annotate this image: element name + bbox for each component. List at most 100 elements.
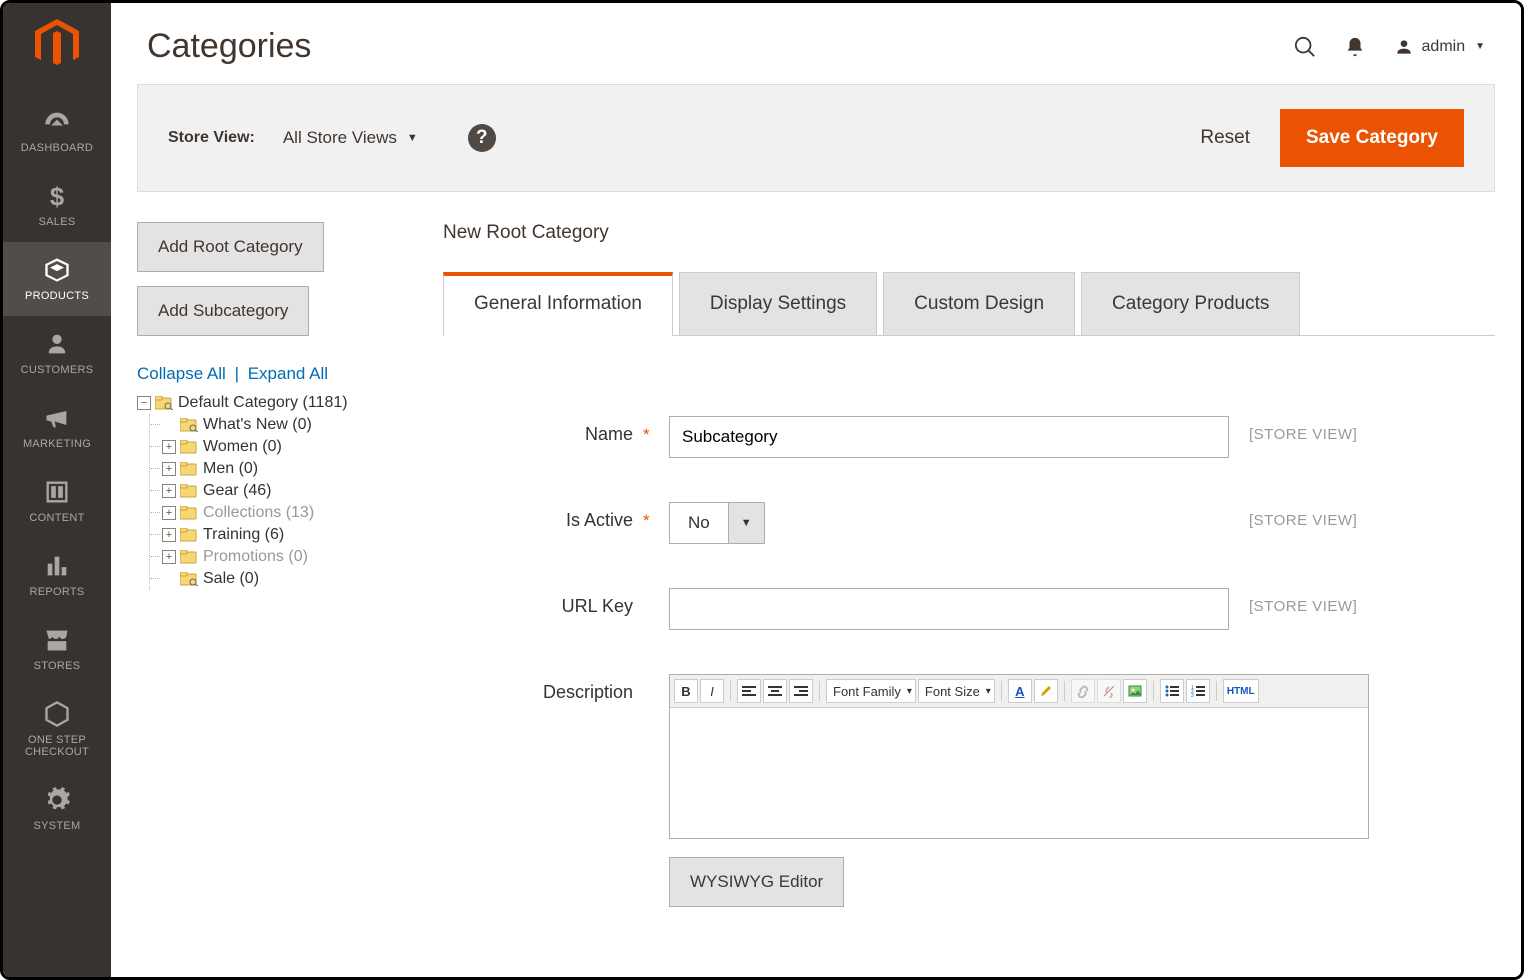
- font-family-select[interactable]: Font Family: [826, 679, 916, 703]
- nav-stores[interactable]: STORES: [3, 612, 111, 686]
- tab-category-products[interactable]: Category Products: [1081, 272, 1300, 335]
- tree-item-label[interactable]: Collections (13): [203, 504, 314, 522]
- store-view-value: All Store Views: [283, 128, 397, 148]
- scope-label: [STORE VIEW]: [1249, 588, 1357, 615]
- scope-label: [STORE VIEW]: [1249, 502, 1357, 529]
- nav-system[interactable]: SYSTEM: [3, 772, 111, 846]
- unlink-button[interactable]: [1097, 679, 1121, 703]
- nav-label: DASHBOARD: [3, 142, 111, 154]
- collapse-all-link[interactable]: Collapse All: [137, 364, 226, 383]
- chevron-down-icon: ▼: [1475, 41, 1485, 52]
- link-button[interactable]: [1071, 679, 1095, 703]
- tree-item-label[interactable]: Sale (0): [203, 570, 259, 588]
- folder-icon: [180, 462, 198, 476]
- svg-text:$: $: [50, 183, 64, 210]
- form-title: New Root Category: [443, 222, 1495, 244]
- url-key-input[interactable]: [669, 588, 1229, 630]
- folder-search-icon: [155, 396, 173, 410]
- is-active-select[interactable]: No ▼: [669, 502, 765, 544]
- description-editor: B I Font Family Font Size: [669, 674, 1369, 839]
- folder-icon: [180, 506, 198, 520]
- description-label: Description: [443, 674, 633, 703]
- highlight-button[interactable]: [1034, 679, 1058, 703]
- tree-item-label[interactable]: Men (0): [203, 460, 258, 478]
- scope-label: [STORE VIEW]: [1249, 416, 1357, 443]
- tree-item-label[interactable]: What's New (0): [203, 416, 312, 434]
- chevron-down-icon: ▼: [407, 132, 418, 144]
- tree-expand-toggle[interactable]: +: [162, 550, 176, 564]
- text-color-button[interactable]: A: [1008, 679, 1032, 703]
- reset-button[interactable]: Reset: [1200, 127, 1250, 149]
- name-input[interactable]: [669, 416, 1229, 458]
- nav-label: ONE STEP CHECKOUT: [3, 734, 111, 758]
- tree-item-label[interactable]: Training (6): [203, 526, 284, 544]
- nav-products[interactable]: PRODUCTS: [3, 242, 111, 316]
- description-textarea[interactable]: [670, 708, 1368, 838]
- tree-item-label[interactable]: Gear (46): [203, 482, 271, 500]
- italic-button[interactable]: I: [700, 679, 724, 703]
- expand-all-link[interactable]: Expand All: [248, 364, 328, 383]
- tree-expand-toggle[interactable]: +: [162, 462, 176, 476]
- nav-marketing[interactable]: MARKETING: [3, 390, 111, 464]
- image-button[interactable]: [1123, 679, 1147, 703]
- category-tabs: General Information Display Settings Cus…: [443, 272, 1495, 336]
- align-right-button[interactable]: [789, 679, 813, 703]
- is-active-value: No: [670, 503, 728, 543]
- folder-icon: [180, 550, 198, 564]
- is-active-label: Is Active: [443, 502, 633, 531]
- nav-dashboard[interactable]: DASHBOARD: [3, 94, 111, 168]
- numbered-list-button[interactable]: 123: [1186, 679, 1210, 703]
- tree-item-label[interactable]: Women (0): [203, 438, 282, 456]
- tree-root-label[interactable]: Default Category (1181): [178, 394, 348, 412]
- store-view-select[interactable]: All Store Views ▼: [283, 128, 418, 148]
- tree-expand-toggle[interactable]: +: [162, 484, 176, 498]
- html-button[interactable]: HTML: [1223, 679, 1259, 703]
- font-size-select[interactable]: Font Size: [918, 679, 995, 703]
- nav-reports[interactable]: REPORTS: [3, 538, 111, 612]
- tree-expand-toggle[interactable]: +: [162, 440, 176, 454]
- user-menu[interactable]: admin ▼: [1394, 37, 1485, 57]
- align-left-button[interactable]: [737, 679, 761, 703]
- nav-label: CONTENT: [3, 512, 111, 524]
- folder-icon: [180, 440, 198, 454]
- notifications-icon[interactable]: [1344, 36, 1366, 58]
- tab-general-information[interactable]: General Information: [443, 272, 673, 336]
- category-tree: − Default Category (1181) What's New (0)…: [137, 392, 435, 590]
- tree-collapse-toggle[interactable]: −: [137, 396, 151, 410]
- nav-label: STORES: [3, 660, 111, 672]
- bullet-list-button[interactable]: [1160, 679, 1184, 703]
- nav-sales[interactable]: $ SALES: [3, 168, 111, 242]
- save-category-button[interactable]: Save Category: [1280, 109, 1464, 167]
- nav-label: MARKETING: [3, 438, 111, 450]
- page-header: Categories admin ▼: [111, 3, 1521, 84]
- nav-label: CUSTOMERS: [3, 364, 111, 376]
- name-label: Name: [443, 416, 633, 445]
- nav-label: PRODUCTS: [3, 290, 111, 302]
- nav-content[interactable]: CONTENT: [3, 464, 111, 538]
- folder-icon: [180, 484, 198, 498]
- tree-expand-toggle[interactable]: +: [162, 506, 176, 520]
- user-name: admin: [1422, 38, 1466, 56]
- add-root-category-button[interactable]: Add Root Category: [137, 222, 324, 272]
- store-toolbar: Store View: All Store Views ▼ ? Reset Sa…: [137, 84, 1495, 192]
- help-icon[interactable]: ?: [468, 124, 496, 152]
- store-view-label: Store View:: [168, 129, 255, 147]
- nav-customers[interactable]: CUSTOMERS: [3, 316, 111, 390]
- folder-icon: [180, 528, 198, 542]
- wysiwyg-editor-button[interactable]: WYSIWYG Editor: [669, 857, 844, 907]
- url-key-label: URL Key: [443, 588, 633, 617]
- add-subcategory-button[interactable]: Add Subcategory: [137, 286, 309, 336]
- tab-custom-design[interactable]: Custom Design: [883, 272, 1075, 335]
- folder-search-icon: [180, 418, 198, 432]
- user-icon: [1394, 37, 1414, 57]
- align-center-button[interactable]: [763, 679, 787, 703]
- tab-display-settings[interactable]: Display Settings: [679, 272, 877, 335]
- tree-item-label[interactable]: Promotions (0): [203, 548, 308, 566]
- tree-expand-toggle[interactable]: +: [162, 528, 176, 542]
- nav-onestep-checkout[interactable]: ONE STEP CHECKOUT: [3, 686, 111, 772]
- bold-button[interactable]: B: [674, 679, 698, 703]
- required-star: *: [643, 416, 655, 445]
- search-icon[interactable]: [1294, 36, 1316, 58]
- nav-label: REPORTS: [3, 586, 111, 598]
- page-title: Categories: [147, 27, 1294, 66]
